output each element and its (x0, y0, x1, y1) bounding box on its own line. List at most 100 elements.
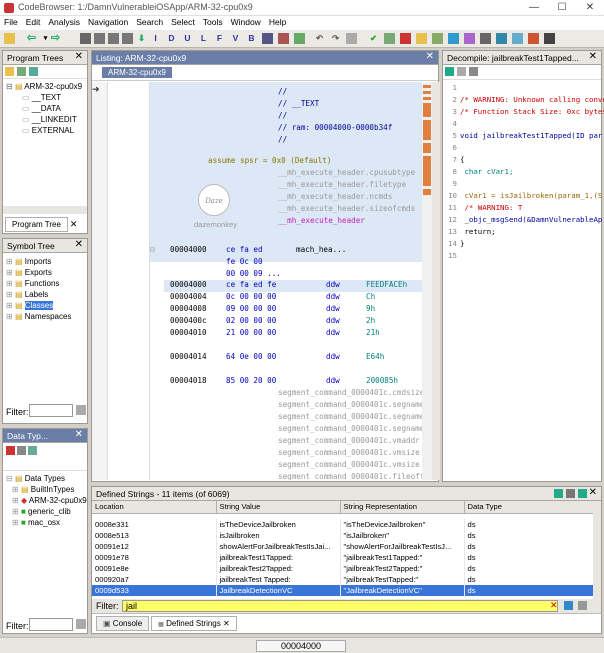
tree-item[interactable]: ⊞ ▤ BuiltInTypes (6, 484, 84, 495)
toolbar-l[interactable]: L (198, 33, 209, 44)
nav-icon[interactable] (94, 33, 105, 44)
menu-file[interactable]: File (0, 16, 22, 28)
toolbar-v[interactable]: V (230, 33, 241, 44)
symbol-filter-input[interactable] (29, 404, 73, 417)
program-tree-tab[interactable]: Program Tree ✕ (5, 217, 77, 232)
col-string-rep[interactable]: String Representation (340, 501, 465, 514)
save-icon[interactable] (4, 33, 15, 44)
tree-item[interactable]: ▭ __LINKEDIT (6, 114, 84, 125)
col-string-value[interactable]: String Value (216, 501, 341, 514)
col-data-type[interactable]: Data Type (464, 501, 601, 514)
refresh-icon[interactable] (29, 67, 38, 76)
table-row[interactable]: 0009d533 JailbreakDetectionVC "JailbreakDe… (92, 585, 601, 596)
tree-item[interactable]: ⊞ ▤ Namespaces (6, 311, 84, 322)
toolbar-icon[interactable] (448, 33, 459, 44)
forward-icon[interactable]: ⇨ (50, 33, 61, 44)
toolbar-icon[interactable] (544, 33, 555, 44)
close-icon[interactable]: ✕ (75, 239, 83, 250)
maximize-button[interactable]: ☐ (548, 0, 576, 15)
menu-select[interactable]: Select (167, 16, 199, 28)
table-row[interactable]: 00091e78 jailbreakTest1Tapped: "jailbreakT… (92, 552, 601, 563)
back-icon[interactable]: ⇦ (26, 33, 37, 44)
filter-options-icon[interactable] (76, 619, 86, 629)
tool-icon[interactable] (17, 446, 26, 455)
toolbar-icon[interactable] (512, 33, 523, 44)
refresh-icon[interactable] (554, 489, 563, 498)
close-icon[interactable]: ✕ (70, 219, 78, 229)
listing-body[interactable]: // // __TEXT // // ram: 00004000-0000b34… (150, 82, 422, 480)
close-icon[interactable]: ✕ (589, 51, 597, 62)
tab-defined-strings[interactable]: ▦ Defined Strings ✕ (151, 616, 237, 631)
tree-item[interactable]: ⊞ ▤ Imports (6, 256, 84, 267)
vertical-scrollbar[interactable] (593, 501, 601, 599)
folder-icon[interactable] (5, 67, 14, 76)
copy-icon[interactable] (457, 67, 466, 76)
toolbar-d[interactable]: D (166, 33, 177, 44)
toolbar-i[interactable]: I (150, 33, 161, 44)
nav-icon[interactable] (80, 33, 91, 44)
filter-options-icon[interactable] (76, 405, 86, 415)
tree-item[interactable]: ⊟ ▤ Data Types (6, 473, 84, 484)
vertical-scrollbar[interactable] (432, 82, 440, 480)
toolbar-icon[interactable] (496, 33, 507, 44)
table-row[interactable]: 0008e513 isJailbroken "isJailbroken" ds (92, 530, 601, 541)
tree-item[interactable]: ⊞ ▤ Functions (6, 278, 84, 289)
snapshot-icon[interactable] (469, 67, 478, 76)
add-icon[interactable] (17, 67, 26, 76)
toolbar-f[interactable]: F (214, 33, 225, 44)
table-row[interactable]: 00091e8e jailbreakTest2Tapped: "jailbreakT… (92, 563, 601, 574)
datatype-filter-input[interactable] (29, 618, 73, 631)
tool-icon[interactable] (28, 446, 37, 455)
close-icon[interactable]: ✕ (75, 429, 83, 440)
table-row[interactable]: 00091e12 showAlertForJailbreakTestIsJai..… (92, 541, 601, 552)
horizontal-scrollbar[interactable] (3, 206, 87, 214)
menu-analysis[interactable]: Analysis (44, 16, 84, 28)
close-icon[interactable]: ✕ (589, 487, 597, 498)
toolbar-icon[interactable] (400, 33, 411, 44)
download-icon[interactable]: ⬇ (136, 33, 147, 44)
menu-window[interactable]: Window (227, 16, 265, 28)
minimize-button[interactable]: — (520, 0, 548, 15)
close-window-button[interactable]: ✕ (576, 0, 604, 15)
tree-item[interactable]: ▭ EXTERNAL (6, 125, 84, 136)
menu-search[interactable]: Search (132, 16, 167, 28)
check-icon[interactable]: ✔ (368, 33, 379, 44)
strings-filter-input[interactable]: jail (122, 600, 558, 612)
tree-item[interactable]: ▭ __TEXT (6, 92, 84, 103)
menu-edit[interactable]: Edit (22, 16, 45, 28)
collapse-toggle[interactable]: ⊟ (150, 245, 155, 254)
collapse-icon[interactable]: ⊟ (6, 82, 13, 91)
listing-tab[interactable]: ARM-32-cpu0x9 (102, 67, 172, 78)
table-row[interactable]: 000920a7 jailbreakTest Tapped: "jailbreakT… (92, 574, 601, 585)
toolbar-icon[interactable] (294, 33, 305, 44)
nav-icon[interactable] (108, 33, 119, 44)
toolbar-icon[interactable] (346, 33, 357, 44)
column-filter-icon[interactable] (578, 601, 587, 610)
tab-console[interactable]: ▣ Console (96, 616, 150, 631)
tree-item[interactable]: ⊞ ▤ Labels (6, 289, 84, 300)
toolbar-icon[interactable] (432, 33, 443, 44)
tool-icon[interactable] (6, 446, 15, 455)
toolbar-b[interactable]: B (246, 33, 257, 44)
menu-tools[interactable]: Tools (199, 16, 227, 28)
toolbar-icon[interactable] (262, 33, 273, 44)
close-icon[interactable]: ✕ (426, 51, 434, 62)
nav-icon[interactable] (122, 33, 133, 44)
tree-item[interactable]: ⊟ ▤ ARM-32-cpu0x9 (6, 81, 84, 92)
undo-icon[interactable]: ↶ (314, 33, 325, 44)
tree-item[interactable]: ⊞ ■ generic_clib (6, 506, 84, 517)
decompile-code[interactable]: 1 2/* WARNING: Unknown calling conve 3/* F… (443, 80, 604, 262)
tree-item[interactable]: ⊞ ◆ ARM-32-cpu0x9 (6, 495, 87, 506)
toolbar-icon[interactable] (384, 33, 395, 44)
tree-item[interactable]: ▭ __DATA (6, 103, 84, 114)
menu-help[interactable]: Help (265, 16, 290, 28)
close-icon[interactable]: ✕ (75, 51, 83, 62)
table-row[interactable]: 0008e331 isTheDeviceJailbroken "isTheDevic… (92, 519, 601, 530)
table-icon[interactable] (566, 489, 575, 498)
toolbar-u[interactable]: U (182, 33, 193, 44)
select-icon[interactable] (578, 489, 587, 498)
toolbar-icon[interactable] (480, 33, 491, 44)
tree-item[interactable]: ⊞ ▤ Classes (6, 300, 84, 311)
col-location[interactable]: Location (92, 501, 217, 514)
clear-filter-icon[interactable]: ✕ (550, 600, 558, 611)
